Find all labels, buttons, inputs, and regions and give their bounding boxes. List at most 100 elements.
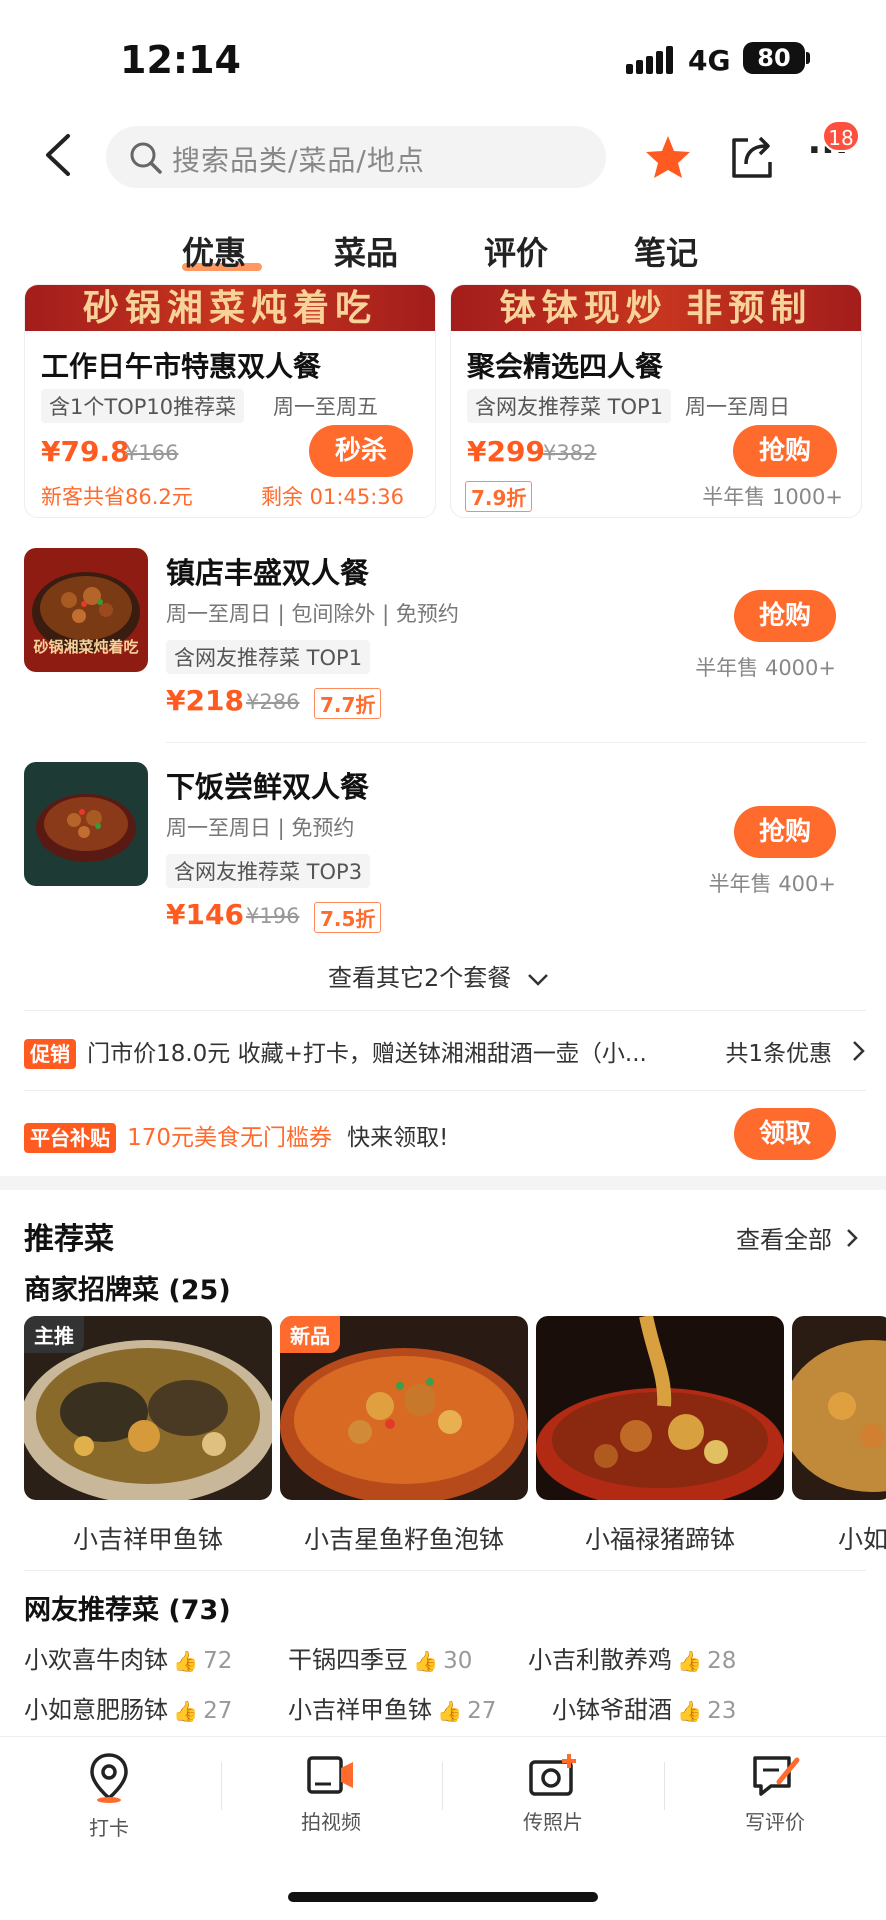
- deal-card-lunch[interactable]: 砂锅湘菜炖着吃 工作日午市特惠双人餐 含1个TOP10推荐菜 周一至周五 ¥79…: [24, 284, 436, 518]
- search-placeholder: 搜索品类/菜品/地点: [172, 144, 425, 177]
- netizen-dish[interactable]: 小如意肥肠钵 👍 27: [24, 1690, 232, 1725]
- status-time: 12:14: [120, 38, 241, 82]
- like-count: 30: [443, 1648, 473, 1674]
- deal-banner: 砂锅湘菜炖着吃: [25, 285, 435, 331]
- divider: [24, 1090, 866, 1091]
- netizen-dish[interactable]: 小欢喜牛肉钵 👍 72: [24, 1640, 232, 1675]
- thumbs-up-icon: 👍: [677, 1649, 702, 1673]
- chevron-right-icon: [852, 1040, 866, 1066]
- sold-count: 半年售 1000+: [702, 485, 843, 509]
- subsidy-tag: 平台补贴: [24, 1123, 116, 1153]
- discount-badge: 7.9折: [465, 481, 533, 512]
- discount-badge: 7.5折: [314, 902, 382, 933]
- deal-save-note: 新客共省86.2元: [41, 485, 193, 509]
- set-meal-price: ¥218: [166, 684, 244, 717]
- like-count: 23: [707, 1698, 737, 1724]
- set-meal-orig-price: ¥286: [246, 690, 300, 714]
- signal-icon: [626, 46, 674, 74]
- set-meal-title: 镇店丰盛双人餐: [166, 556, 370, 590]
- view-more-sets-label: 查看其它2个套餐: [328, 964, 512, 992]
- tab-offers[interactable]: 优惠: [182, 228, 246, 274]
- page: 12:14 4G 80 搜索品类/菜品/地点 ··· 18 优惠 菜品 评价 笔…: [0, 0, 886, 1920]
- share-icon[interactable]: [728, 132, 776, 180]
- thumbnail-caption: 砂锅湘菜炖着吃: [33, 638, 139, 656]
- thumbs-up-icon: 👍: [437, 1699, 462, 1723]
- back-icon[interactable]: [40, 132, 76, 178]
- dish-name: 小如: [838, 1525, 886, 1554]
- dish-card[interactable]: 主推: [24, 1316, 272, 1500]
- view-all-link[interactable]: 查看全部: [736, 1220, 858, 1255]
- dish-name: 小福禄猪蹄钵: [584, 1525, 735, 1554]
- deal-card-party[interactable]: 钵钵现炒 非预制 聚会精选四人餐 含网友推荐菜 TOP1 周一至周日 ¥299 …: [450, 284, 862, 518]
- dish-card[interactable]: [536, 1316, 784, 1500]
- deal-tag: 含网友推荐菜 TOP1: [467, 389, 672, 423]
- divider: [24, 1570, 866, 1571]
- netizen-dish[interactable]: 小吉祥甲鱼钵 👍 27: [288, 1690, 496, 1725]
- upload-photo-button[interactable]: 传照片: [478, 1752, 628, 1835]
- netizen-dish-name: 小吉利散养鸡: [528, 1646, 672, 1674]
- deal-title: 工作日午市特惠双人餐: [41, 350, 322, 383]
- chevron-down-icon: [527, 965, 549, 993]
- flash-sale-button[interactable]: 秒杀: [309, 425, 413, 477]
- netizen-dishes-title: 网友推荐菜 (73): [24, 1595, 231, 1626]
- video-camera-icon: [307, 1756, 353, 1794]
- buy-button[interactable]: 抢购: [733, 425, 837, 477]
- divider: [166, 742, 866, 743]
- checkin-button[interactable]: 打卡: [34, 1752, 184, 1841]
- deal-title: 聚会精选四人餐: [467, 350, 664, 383]
- deal-price: ¥299: [467, 435, 545, 468]
- discount-badge: 7.7折: [314, 688, 382, 719]
- deal-countdown: 剩余 01:45:36: [261, 485, 404, 509]
- netizen-dish-name: 小钵爷甜酒: [552, 1696, 672, 1724]
- netizen-dish[interactable]: 小吉利散养鸡 👍 28: [528, 1640, 736, 1675]
- divider: [442, 1762, 443, 1810]
- like-count: 28: [707, 1648, 737, 1674]
- promo-tag: 促销: [24, 1039, 76, 1069]
- set-meal-tag: 含网友推荐菜 TOP3: [166, 854, 371, 888]
- set-meal-price: ¥146: [166, 898, 244, 931]
- deal-orig-price: ¥382: [543, 441, 597, 465]
- edit-review-icon: [753, 1756, 800, 1796]
- set-meal-sub: 周一至周日 | 包间除外 | 免预约: [166, 602, 459, 626]
- netizen-dish-name: 小如意肥肠钵: [24, 1696, 168, 1724]
- deal-days: 周一至周日: [685, 395, 790, 419]
- tab-dishes[interactable]: 菜品: [334, 228, 398, 274]
- subsidy-row: 平台补贴 170元美食无门槛券 快来领取!: [24, 1118, 448, 1153]
- dish-card[interactable]: [792, 1316, 886, 1500]
- write-review-button[interactable]: 写评价: [700, 1752, 850, 1835]
- dish-card[interactable]: 新品: [280, 1316, 528, 1500]
- deal-banner: 钵钵现炒 非预制: [451, 285, 861, 331]
- favorite-star-icon[interactable]: [644, 134, 692, 180]
- tab-notes[interactable]: 笔记: [634, 228, 698, 274]
- set-meal-thumbnail: 砂锅湘菜炖着吃: [24, 548, 148, 672]
- set-meal-thumbnail: [24, 762, 148, 886]
- dish-badge: 主推: [24, 1316, 84, 1353]
- divider: [664, 1762, 665, 1810]
- record-video-button[interactable]: 拍视频: [256, 1752, 406, 1835]
- set-meal-sub: 周一至周日 | 免预约: [166, 816, 355, 840]
- signature-dishes-title: 商家招牌菜 (25): [24, 1275, 231, 1306]
- section-separator: [0, 1176, 886, 1190]
- upload-photo-label: 传照片: [523, 1810, 583, 1834]
- battery-icon: 80: [743, 42, 805, 74]
- view-more-sets-link[interactable]: 查看其它2个套餐: [328, 958, 549, 993]
- thumbs-up-icon: 👍: [413, 1649, 438, 1673]
- search-icon: [128, 140, 164, 176]
- buy-button[interactable]: 抢购: [734, 590, 836, 642]
- netizen-dish[interactable]: 小钵爷甜酒 👍 23: [552, 1690, 736, 1725]
- thumbs-up-icon: 👍: [677, 1699, 702, 1723]
- like-count: 27: [203, 1698, 233, 1724]
- view-all-label: 查看全部: [736, 1226, 832, 1254]
- netizen-dish[interactable]: 干锅四季豆 👍 30: [288, 1640, 472, 1675]
- promo-row[interactable]: 促销 门市价18.0元 收藏+打卡，赠送钵湘湘甜酒一壶（小... 共1条优惠: [24, 1034, 866, 1069]
- buy-button[interactable]: 抢购: [734, 806, 836, 858]
- dish-badge: 新品: [280, 1316, 340, 1353]
- netizen-dish-name: 小吉祥甲鱼钵: [288, 1696, 432, 1724]
- checkin-label: 打卡: [89, 1816, 129, 1840]
- chevron-right-icon: [846, 1226, 858, 1254]
- message-count-badge: 18: [822, 120, 860, 152]
- write-review-label: 写评价: [745, 1810, 805, 1834]
- claim-button[interactable]: 领取: [734, 1108, 836, 1160]
- location-pin-icon: [90, 1753, 128, 1803]
- tab-reviews[interactable]: 评价: [484, 228, 548, 274]
